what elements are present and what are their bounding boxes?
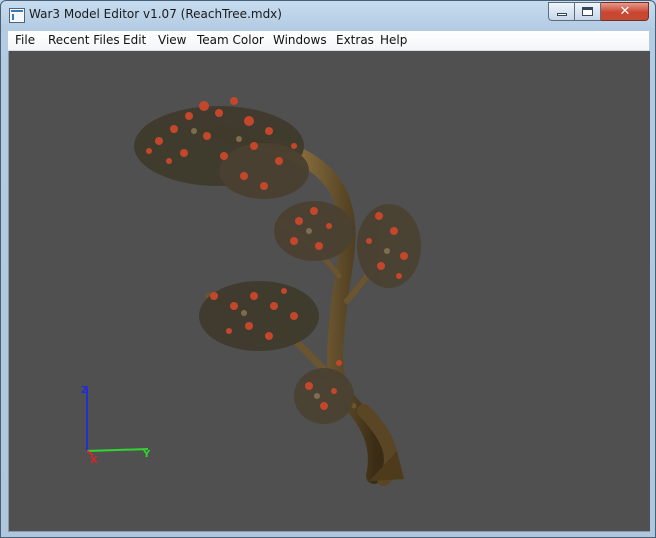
axis-gizmo: Z Y X — [81, 385, 151, 466]
model-viewport[interactable]: Z Y X — [8, 51, 650, 532]
tree-model — [134, 97, 421, 486]
close-button[interactable]: ✕ — [601, 2, 649, 21]
minimize-icon — [557, 13, 567, 16]
minimize-button[interactable] — [548, 2, 575, 21]
z-axis-label: Z — [81, 385, 88, 396]
app-window: War3 Model Editor v1.07 (ReachTree.mdx) … — [0, 0, 656, 538]
menu-edit[interactable]: Edit — [123, 33, 146, 47]
menu-extras[interactable]: Extras — [336, 33, 374, 47]
menu-help[interactable]: Help — [380, 33, 407, 47]
menu-bar: File Recent Files Edit View Team Color W… — [8, 31, 649, 51]
window-title: War3 Model Editor v1.07 (ReachTree.mdx) — [29, 7, 282, 21]
menu-recent-files[interactable]: Recent Files — [48, 33, 120, 47]
viewport-canvas: Z Y X — [81, 97, 421, 486]
close-icon: ✕ — [619, 4, 631, 19]
menu-file[interactable]: File — [15, 33, 35, 47]
menu-view[interactable]: View — [158, 33, 186, 47]
y-axis-line — [86, 448, 149, 452]
menu-team-color[interactable]: Team Color — [197, 33, 264, 47]
app-window-icon[interactable] — [9, 8, 25, 23]
maximize-icon — [582, 7, 593, 16]
y-axis-label: Y — [142, 449, 151, 460]
x-axis-label: X — [90, 455, 98, 466]
title-bar[interactable]: War3 Model Editor v1.07 (ReachTree.mdx) … — [1, 1, 655, 29]
menu-windows[interactable]: Windows — [273, 33, 327, 47]
maximize-button[interactable] — [575, 2, 601, 21]
